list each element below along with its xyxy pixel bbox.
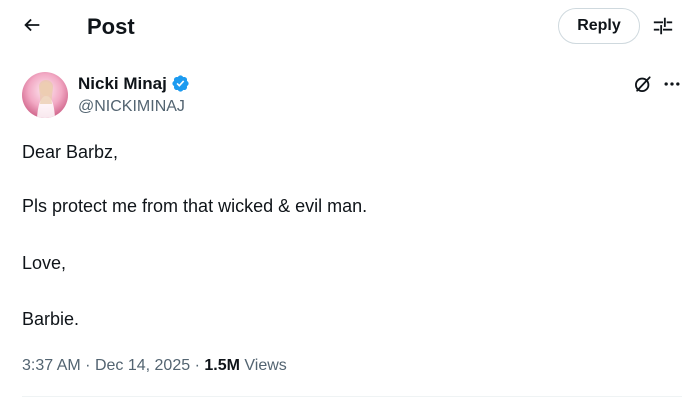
grok-button[interactable] [631,74,655,98]
post-date[interactable]: Dec 14, 2025 [95,357,190,374]
post-time[interactable]: 3:37 AM [22,357,81,374]
views-count: 1.5M [204,357,240,374]
post-text-line: Love, [22,253,67,273]
page-title: Post [87,14,135,39]
verified-badge-icon [171,74,190,93]
sliders-icon [652,15,674,42]
post-text-line: Pls protect me from that wicked & evil m… [22,196,368,216]
views-label: Views [244,357,287,374]
avatar[interactable] [22,72,68,118]
post-text-line: Barbie. [22,309,80,329]
arrow-left-icon [21,14,43,41]
meta-separator: · [194,357,205,374]
back-button[interactable] [14,10,50,44]
author-name[interactable]: Nicki Minaj [78,73,190,94]
reply-button[interactable]: Reply [558,8,640,44]
post-text-line: Dear Barbz, [22,142,119,162]
author-handle[interactable]: @NICKIMINAJ [78,97,185,117]
adjust-button[interactable] [650,15,676,41]
meta-separator: · [85,357,95,374]
post-meta: 3:37 AM · Dec 14, 2025 · 1.5M Views [22,356,287,376]
top-bar: Post Reply [0,0,700,54]
more-options-button[interactable] [660,74,684,98]
grok-icon [633,74,653,99]
divider [22,396,682,397]
more-horizontal-icon [662,74,682,99]
author-display-name: Nicki Minaj [78,74,167,93]
